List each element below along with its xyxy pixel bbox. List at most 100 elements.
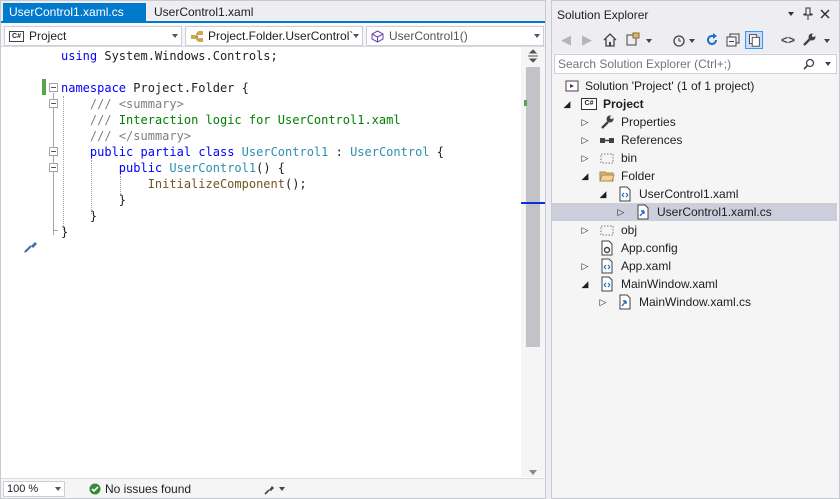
code-line-4: /// <summary> bbox=[89, 97, 184, 111]
collapse-class-toggle[interactable] bbox=[49, 147, 58, 156]
code-line-9: InitializeComponent(); bbox=[147, 177, 307, 191]
issues-status[interactable]: No issues found bbox=[105, 482, 191, 496]
chevron-down-icon[interactable] bbox=[646, 39, 652, 43]
tab-label: UserControl1.xaml.cs bbox=[9, 5, 124, 19]
caret-position-mark bbox=[521, 202, 545, 204]
class-dropdown-value: Project.Folder.UserControl` bbox=[208, 29, 354, 43]
chevron-down-icon[interactable] bbox=[689, 39, 695, 43]
pin-icon[interactable] bbox=[802, 7, 814, 21]
code-cleanup-brush-icon[interactable] bbox=[262, 482, 276, 496]
tree-item-label: Solution 'Project' (1 of 1 project) bbox=[585, 79, 755, 93]
xaml-file-icon bbox=[601, 276, 613, 292]
collapsed-arrow-icon[interactable]: ▷ bbox=[580, 131, 590, 149]
solution-explorer-toolbar: ◀ ▶ <> bbox=[552, 27, 839, 53]
chevron-down-icon[interactable] bbox=[824, 39, 830, 43]
vertical-scrollbar[interactable] bbox=[521, 47, 545, 477]
tab-usercontrol1-xaml[interactable]: UserControl1.xaml bbox=[148, 3, 298, 23]
properties-wrench-icon[interactable] bbox=[800, 31, 818, 49]
expanded-arrow-icon[interactable]: ◢ bbox=[562, 95, 572, 113]
expanded-arrow-icon[interactable]: ◢ bbox=[598, 185, 608, 203]
refresh-icon[interactable] bbox=[703, 31, 721, 49]
pending-changes-filter-icon[interactable] bbox=[670, 31, 688, 49]
collapsed-arrow-icon[interactable]: ▷ bbox=[598, 293, 608, 311]
collapsed-arrow-icon[interactable]: ▷ bbox=[580, 221, 590, 239]
tree-item-app-xaml[interactable]: ▷ App.xaml bbox=[552, 257, 837, 275]
tree-item-bin[interactable]: ▷ bin bbox=[552, 149, 837, 167]
tab-label: UserControl1.xaml bbox=[154, 5, 254, 19]
chevron-down-icon[interactable] bbox=[279, 487, 285, 491]
solution-icon bbox=[565, 80, 579, 92]
change-overview-mark bbox=[524, 100, 527, 106]
tree-item-usercontrol1-xaml-cs[interactable]: ▷ UserControl1.xaml.cs bbox=[552, 203, 837, 221]
code-line-12: } bbox=[61, 225, 69, 239]
outline-end bbox=[53, 230, 58, 231]
xaml-file-icon bbox=[619, 186, 631, 202]
solution-search-input[interactable] bbox=[558, 56, 798, 72]
back-icon[interactable]: ◀ bbox=[557, 31, 575, 49]
tree-item-properties[interactable]: ▷ Properties bbox=[552, 113, 837, 131]
split-view-icon[interactable] bbox=[527, 49, 539, 63]
project-dropdown[interactable]: C# Project bbox=[4, 26, 182, 46]
tree-item-solution[interactable]: Solution 'Project' (1 of 1 project) bbox=[552, 77, 837, 95]
class-icon bbox=[191, 31, 203, 42]
tree-item-label: Folder bbox=[621, 169, 656, 183]
solution-search-box[interactable] bbox=[554, 54, 837, 74]
csharp-project-icon: C# bbox=[9, 31, 24, 42]
config-file-icon bbox=[601, 240, 613, 256]
window-position-menu-icon[interactable] bbox=[788, 12, 794, 16]
collapse-comment-toggle[interactable] bbox=[49, 99, 58, 108]
tree-item-label: App.config bbox=[621, 241, 678, 255]
cs-file-icon bbox=[637, 204, 649, 220]
tree-item-folder[interactable]: ◢ Folder bbox=[552, 167, 837, 185]
code-text-area[interactable]: using System.Windows.Controls; namespace… bbox=[1, 48, 521, 478]
zoom-dropdown[interactable]: 100 % bbox=[3, 481, 65, 497]
scroll-down-icon[interactable] bbox=[529, 470, 537, 475]
code-line-6: /// </summary> bbox=[89, 129, 192, 143]
expanded-arrow-icon[interactable]: ◢ bbox=[580, 275, 590, 293]
collapsed-arrow-icon[interactable]: ▷ bbox=[580, 149, 590, 167]
collapsed-arrow-icon[interactable]: ▷ bbox=[616, 203, 626, 221]
scrollbar-thumb[interactable] bbox=[526, 67, 540, 347]
member-dropdown-value: UserControl1() bbox=[389, 29, 468, 43]
tree-item-app-config[interactable]: App.config bbox=[552, 239, 837, 257]
xaml-file-icon bbox=[601, 258, 613, 274]
expanded-arrow-icon[interactable]: ◢ bbox=[580, 167, 590, 185]
chevron-down-icon[interactable] bbox=[825, 62, 831, 66]
tree-item-obj[interactable]: ▷ obj bbox=[552, 221, 837, 239]
tree-item-usercontrol1-xaml[interactable]: ◢ UserControl1.xaml bbox=[552, 185, 837, 203]
code-line-5: /// Interaction logic for UserControl1.x… bbox=[89, 113, 401, 127]
code-line-1: using System.Windows.Controls; bbox=[61, 49, 278, 63]
chevron-down-icon bbox=[172, 34, 178, 38]
tree-item-label: MainWindow.xaml.cs bbox=[639, 295, 752, 309]
search-icon[interactable] bbox=[803, 58, 815, 70]
solution-explorer-panel: Solution Explorer ◀ ▶ <> Search Solution… bbox=[551, 0, 840, 499]
tree-item-mainwindow-xaml-cs[interactable]: ▷ MainWindow.xaml.cs bbox=[552, 293, 837, 311]
code-line-10: } bbox=[61, 193, 127, 207]
show-all-files-icon[interactable] bbox=[745, 31, 763, 49]
quick-actions-brush-icon[interactable] bbox=[23, 238, 39, 254]
code-line-3: namespace Project.Folder { bbox=[61, 81, 249, 95]
collapse-all-icon[interactable] bbox=[724, 31, 742, 49]
home-icon[interactable] bbox=[601, 31, 619, 49]
chevron-down-icon bbox=[55, 487, 61, 491]
tab-usercontrol1-xaml-cs[interactable]: UserControl1.xaml.cs bbox=[3, 3, 146, 23]
tree-item-references[interactable]: ▷ References bbox=[552, 131, 837, 149]
tree-item-project[interactable]: ◢ C# Project bbox=[552, 95, 837, 113]
class-dropdown[interactable]: Project.Folder.UserControl` bbox=[185, 26, 363, 46]
zoom-value: 100 % bbox=[7, 483, 39, 495]
collapsed-arrow-icon[interactable]: ▷ bbox=[580, 113, 590, 131]
collapse-namespace-toggle[interactable] bbox=[49, 83, 58, 92]
references-icon bbox=[600, 138, 614, 143]
member-dropdown[interactable]: UserControl1() bbox=[366, 26, 544, 46]
editor-status-bar: 100 % No issues found bbox=[1, 478, 545, 498]
switch-views-icon[interactable] bbox=[624, 31, 642, 49]
collapsed-arrow-icon[interactable]: ▷ bbox=[580, 257, 590, 275]
tree-item-label: Project bbox=[603, 97, 644, 111]
chevron-down-icon bbox=[534, 34, 540, 38]
tree-item-mainwindow-xaml[interactable]: ◢ MainWindow.xaml bbox=[552, 275, 837, 293]
navigation-bar: C# Project Project.Folder.UserControl` U… bbox=[1, 25, 545, 47]
collapse-method-toggle[interactable] bbox=[49, 163, 58, 172]
view-code-icon[interactable]: <> bbox=[779, 31, 797, 49]
close-icon[interactable] bbox=[820, 9, 830, 19]
forward-icon[interactable]: ▶ bbox=[578, 31, 596, 49]
